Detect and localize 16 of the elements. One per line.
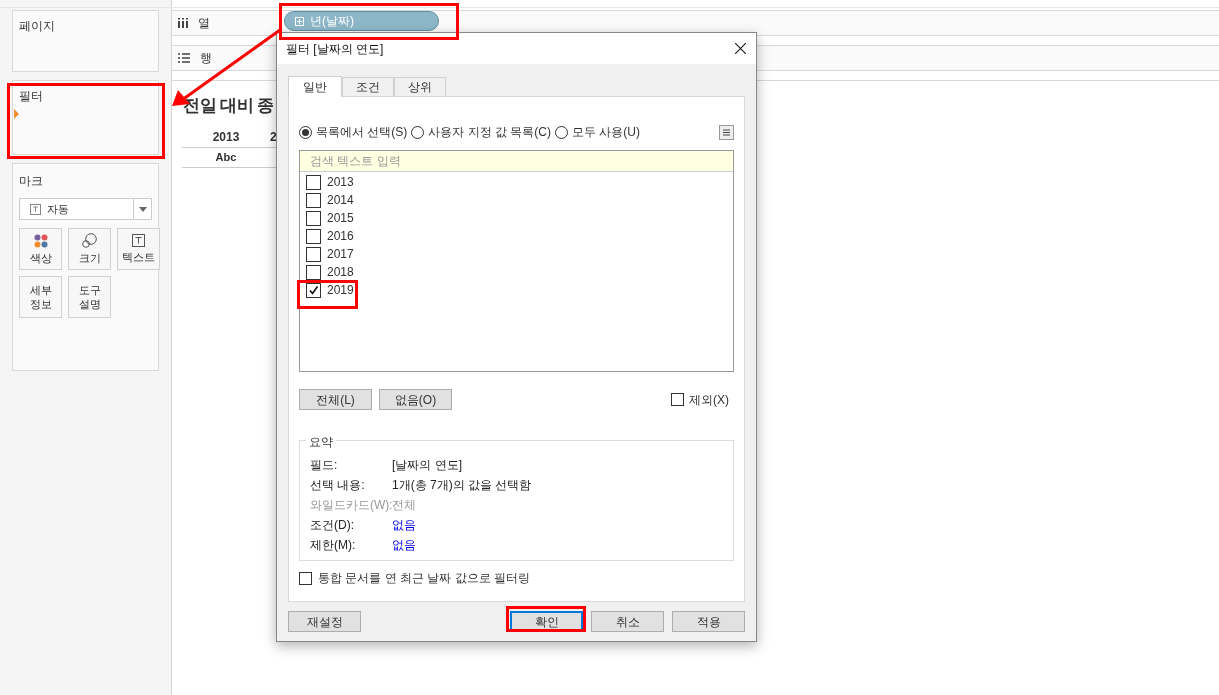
filters-title: 필터 bbox=[19, 89, 43, 103]
column-header: 2013 bbox=[211, 129, 241, 146]
summary-label: 필드: bbox=[310, 457, 339, 474]
pages-title: 페이지 bbox=[19, 19, 55, 33]
dialog-title: 필터 [날짜의 연도] bbox=[286, 40, 384, 58]
marks-title: 마크 bbox=[19, 173, 44, 190]
summary-value: [날짜의 연도] bbox=[392, 457, 462, 474]
summary-value: 전체 bbox=[392, 497, 416, 514]
column-header: 2 bbox=[270, 129, 277, 146]
summary-label: 조건(D): bbox=[310, 517, 355, 534]
table-cell-text: Abc bbox=[214, 149, 238, 165]
summary-value: 1개(총 7개)의 값을 선택함 bbox=[392, 477, 532, 494]
view-title: 전일 대비 종 bbox=[183, 95, 274, 117]
summary-label: 와일드카드(W): bbox=[310, 497, 392, 514]
summary-label: 제한(M): bbox=[310, 537, 357, 554]
summary-label: 선택 내용: bbox=[310, 477, 366, 494]
